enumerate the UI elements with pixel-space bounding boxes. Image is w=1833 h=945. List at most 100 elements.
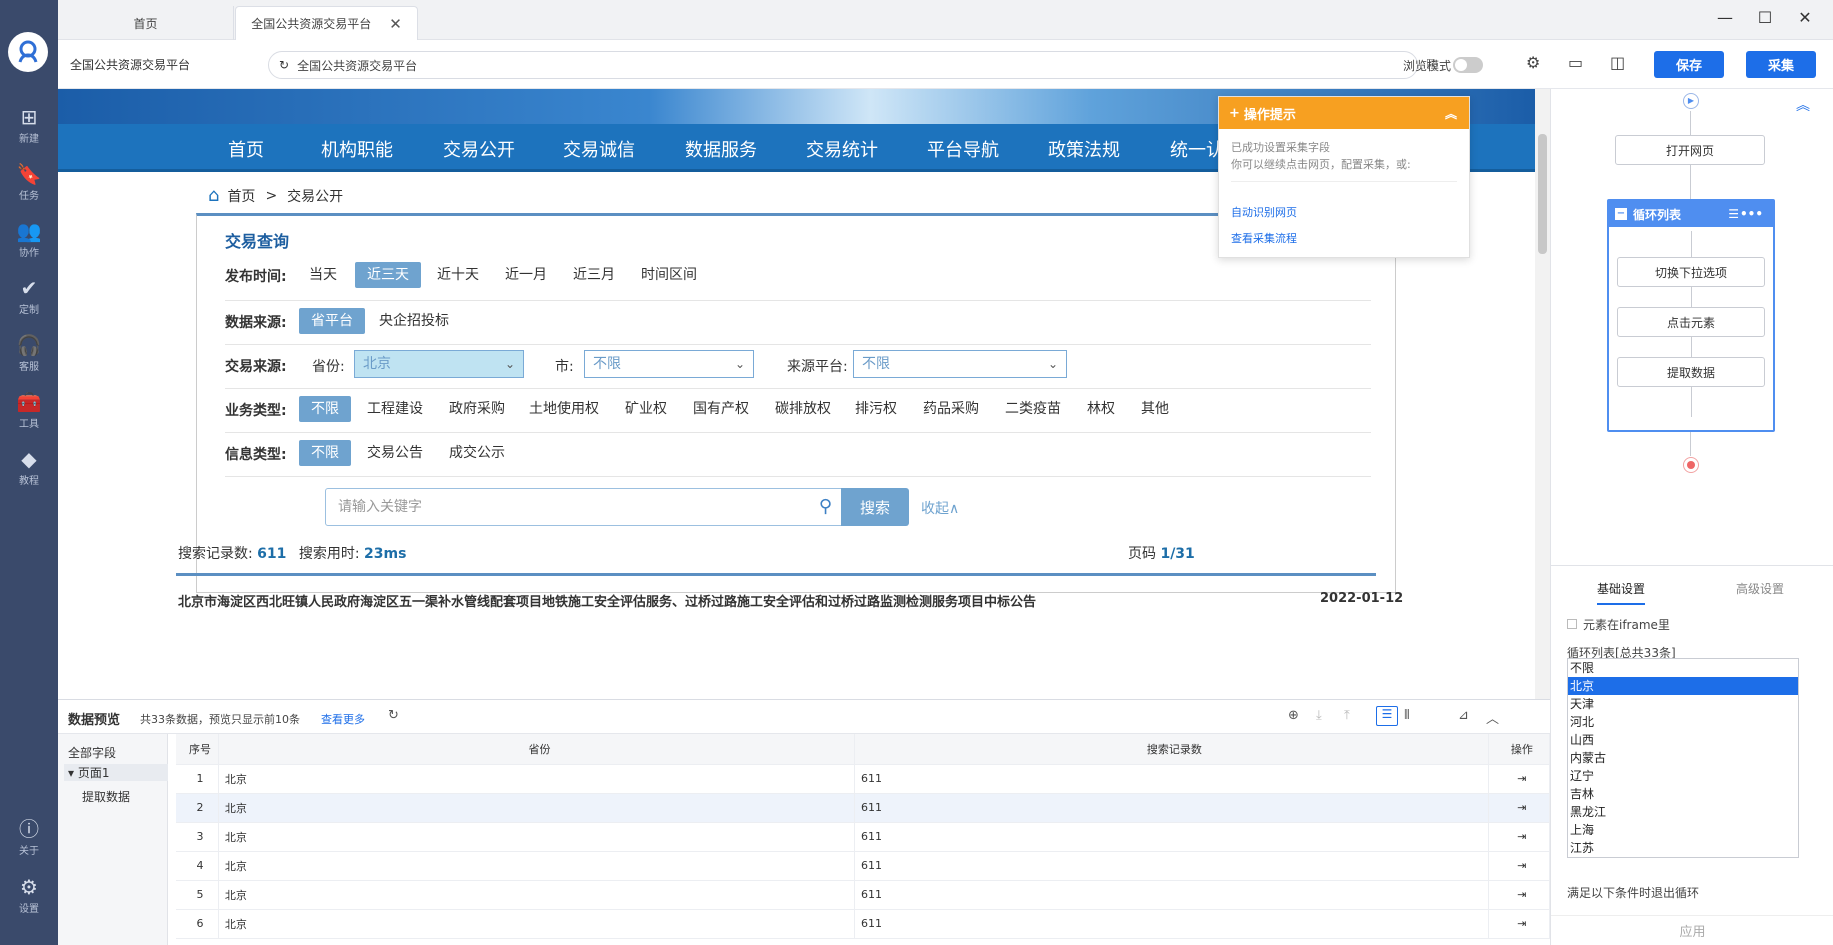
flow-extract-data[interactable]: 提取数据 [1617,357,1765,387]
table-row[interactable]: 4 北京 611 ⇥ [176,851,1551,881]
list-item[interactable]: 内蒙古 [1568,749,1798,767]
close-window-icon[interactable]: ✕ [1793,8,1817,27]
biz-option[interactable]: 二类疫苗 [993,396,1073,422]
province-select[interactable]: 北京 ⌄ [354,350,524,378]
flow-click-element[interactable]: 点击元素 [1617,307,1765,337]
biz-option[interactable]: 工程建设 [355,396,435,422]
nav-item[interactable]: 机构职能 [321,136,393,162]
iframe-checkbox[interactable]: 元素在iframe里 [1567,616,1670,633]
collapse-up-icon[interactable]: ︽ [1796,95,1810,115]
list-view-icon[interactable]: ☰ [1376,706,1398,726]
upload-icon[interactable]: ⤒ [1344,708,1350,723]
filter-icon[interactable]: ⊿ [1458,708,1469,723]
column-header[interactable]: 省份 [218,734,856,765]
biz-option[interactable]: 土地使用权 [517,396,611,422]
biz-option[interactable]: 排污权 [843,396,909,422]
add-field-icon[interactable]: ⊕ [1288,708,1299,723]
flow-open-page[interactable]: 打开网页 [1615,135,1765,165]
collapse-link[interactable]: 收起∧ [921,498,959,518]
url-input[interactable]: ↻ 全国公共资源交易平台 ⎘ [268,51,1437,79]
table-row[interactable]: 6 北京 611 ⇥ [176,909,1551,939]
list-item[interactable]: 不限 [1568,659,1798,677]
time-option-selected[interactable]: 近三天 [355,262,421,288]
home-icon[interactable]: ⌂ [208,185,219,206]
row-action-icon[interactable]: ⇥ [1488,764,1551,794]
breadcrumb-home[interactable]: 首页 [227,186,255,206]
nav-item[interactable]: 政策法规 [1048,136,1120,162]
breadcrumb-current[interactable]: 交易公开 [287,186,343,206]
view-more-link[interactable]: 查看更多 [321,711,365,727]
biz-option[interactable]: 药品采购 [911,396,991,422]
row-action-icon[interactable]: ⇥ [1488,880,1551,910]
source-option[interactable]: 央企招投标 [367,308,461,334]
gear-icon[interactable]: ⚙ [1526,53,1540,72]
column-header[interactable]: 搜索记录数 [854,734,1489,765]
auto-detect-link[interactable]: 自动识别网页 [1219,200,1469,226]
biz-option-selected[interactable]: 不限 [299,396,351,422]
biz-option[interactable]: 矿业权 [613,396,679,422]
nav-item[interactable]: 平台导航 [927,136,999,162]
sidebar-item-tutorial[interactable]: ◆ 教程 [0,442,58,492]
time-option[interactable]: 时间区间 [629,262,709,288]
sidebar-item-tools[interactable]: 🧰 工具 [0,385,58,435]
collapse-up-icon[interactable]: ︿ [1486,708,1499,727]
tab-active[interactable]: 全国公共资源交易平台 ✕ [235,6,418,40]
flow-switch-dropdown[interactable]: 切换下拉选项 [1617,257,1765,287]
list-item[interactable]: 吉林 [1568,785,1798,803]
layout-bottom-icon[interactable]: ▭ [1568,53,1583,72]
save-button[interactable]: 保存 [1654,51,1724,78]
keyword-input[interactable]: 请输入关键字 ⚲ [325,488,857,526]
sidebar-item-service[interactable]: 🎧 客服 [0,328,58,378]
tab-basic-settings[interactable]: 基础设置 [1597,580,1646,605]
browse-mode-toggle[interactable] [1453,57,1483,73]
row-action-icon[interactable]: ⇥ [1488,851,1551,881]
view-flow-link[interactable]: 查看采集流程 [1219,226,1469,252]
result-item-title[interactable]: 北京市海淀区西北旺镇人民政府海淀区五一渠补水管线配套项目地铁施工安全评估服务、过… [178,591,1258,610]
nav-item[interactable]: 交易诚信 [563,136,635,162]
sidebar-item-collab[interactable]: 👥 协作 [0,214,58,264]
list-item-selected[interactable]: 北京 [1568,677,1798,695]
row-action-icon[interactable]: ⇥ [1488,909,1551,939]
collapse-up-icon[interactable]: ︽ [1445,105,1457,122]
platform-select[interactable]: 不限 ⌄ [853,350,1067,378]
table-row[interactable]: 5 北京 611 ⇥ [176,880,1551,910]
sidebar-item-tasks[interactable]: 🔖 任务 [0,157,58,207]
more-icon[interactable]: ••• [1740,207,1763,221]
biz-option[interactable]: 国有产权 [681,396,761,422]
table-row[interactable]: 1 北京 611 ⇥ [176,764,1551,794]
column-view-icon[interactable]: ⦀ [1404,708,1410,723]
search-icon[interactable]: ⚲ [819,489,832,525]
refresh-icon[interactable]: ↻ [388,708,399,723]
maximize-icon[interactable]: ☐ [1753,8,1777,27]
nav-item[interactable]: 交易统计 [806,136,878,162]
reload-icon[interactable]: ↻ [279,58,289,72]
sidebar-item-new[interactable]: ⊞ 新建 [0,100,58,150]
loop-list-box[interactable]: 不限 北京 天津 河北 山西 内蒙古 辽宁 吉林 黑龙江 上海 江苏 [1567,658,1799,858]
source-option-selected[interactable]: 省平台 [299,308,365,334]
minimize-icon[interactable]: — [1713,8,1737,27]
nav-item[interactable]: 数据服务 [685,136,757,162]
list-icon[interactable]: ☰ [1728,207,1739,221]
tree-extract[interactable]: 提取数据 [82,788,130,805]
app-logo[interactable] [8,32,48,72]
city-select[interactable]: 不限 ⌄ [584,350,754,378]
collect-button[interactable]: 采集 [1746,51,1816,78]
sidebar-item-custom[interactable]: ✔ 定制 [0,271,58,321]
list-item[interactable]: 天津 [1568,695,1798,713]
info-option[interactable]: 交易公告 [355,440,435,466]
sidebar-item-about[interactable]: ⓘ 关于 [0,812,58,862]
tab-home[interactable]: 首页 [58,6,234,40]
nav-item[interactable]: 交易公开 [443,136,515,162]
nav-item[interactable]: 首页 [228,136,264,162]
tree-page[interactable]: ▾ 页面1 [64,764,168,781]
biz-option[interactable]: 碳排放权 [763,396,843,422]
info-option[interactable]: 成交公示 [437,440,517,466]
biz-option[interactable]: 政府采购 [437,396,517,422]
layout-side-icon[interactable]: ◫ [1610,53,1625,72]
flow-loop-list[interactable]: − 循环列表 ☰ ••• 切换下拉选项 点击元素 提取数据 [1607,199,1775,432]
biz-option[interactable]: 其他 [1129,396,1181,422]
row-action-icon[interactable]: ⇥ [1488,822,1551,852]
time-option[interactable]: 近十天 [425,262,491,288]
search-button[interactable]: 搜索 [841,488,909,526]
download-icon[interactable]: ⤓ [1316,708,1322,723]
